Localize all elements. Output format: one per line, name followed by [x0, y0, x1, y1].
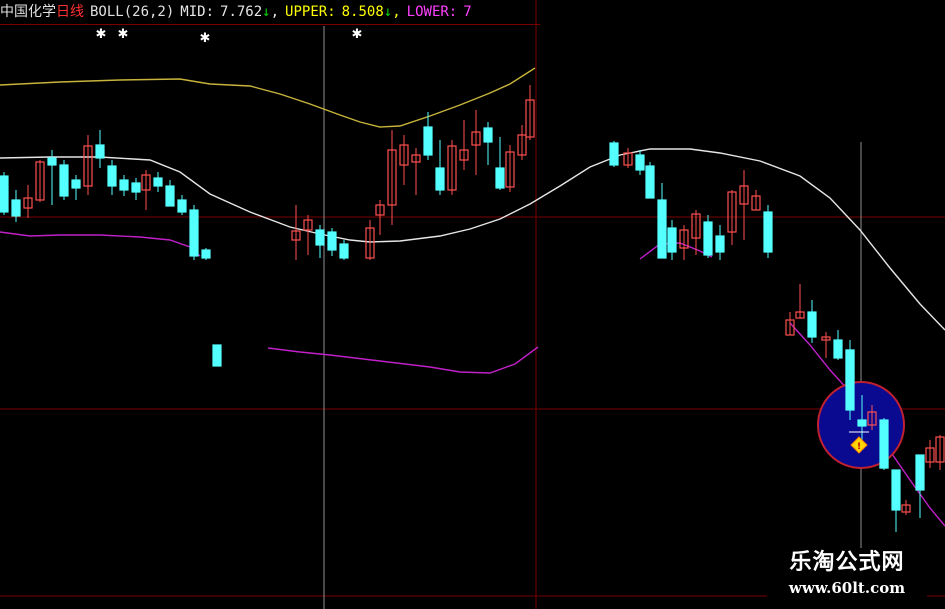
candle-body [845, 349, 855, 411]
candle-body [879, 419, 889, 469]
candle-body [47, 157, 57, 166]
lower-value: 7 [463, 4, 472, 20]
watermark-title: 乐淘公式网 [789, 550, 905, 575]
candle-body [435, 167, 445, 191]
candle-body [212, 344, 222, 367]
mid-value: 7.762 [220, 4, 263, 20]
candlesticks [0, 85, 945, 532]
candle-body [153, 177, 163, 187]
candle-body [857, 419, 867, 427]
candle-body [915, 454, 925, 491]
signal-star-icon: ✱ [352, 27, 363, 42]
candle-body [71, 179, 81, 189]
candle-body [609, 142, 619, 166]
candle-body [119, 179, 129, 191]
mid-down-arrow-icon: ↓ [262, 4, 271, 20]
period-label[interactable]: 日线 [56, 0, 84, 24]
candle-body [703, 221, 713, 256]
indicator-name[interactable]: BOLL(26,2) [90, 0, 174, 24]
boll-candlestick-chart[interactable]: ✱ ✱ ✱ ✱! [0, 0, 945, 609]
upper-sep: , [392, 4, 401, 20]
candle-body [165, 185, 175, 207]
candle-body [59, 164, 69, 197]
candle-body [189, 209, 199, 257]
candle-body [483, 127, 493, 143]
lower-band-line [0, 231, 201, 257]
signal-star-icon: ✱ [96, 27, 107, 42]
candle-body [315, 229, 325, 246]
candle-body [645, 165, 655, 199]
candle-body [201, 249, 211, 259]
candle-body [0, 175, 9, 213]
candle-body [763, 211, 773, 253]
upper-label: UPPER: [285, 4, 336, 20]
lower-band-line [267, 346, 539, 374]
stock-chart-window: ✱ ✱ ✱ ✱! 中国化学日线 BOLL(26,2) MID: 7.762↓, UPPER: 8… [0, 0, 945, 609]
mid-label: MID: [180, 4, 215, 20]
candle-body [807, 311, 817, 338]
buy-signal-mark: ! [857, 442, 861, 452]
indicator-header: 中国化学日线 BOLL(26,2) MID: 7.762↓, UPPER: 8.508↓,… [0, 0, 540, 25]
candle-body [131, 182, 141, 193]
grid-lines [0, 0, 945, 609]
signal-star-icon: ✱ [118, 27, 129, 42]
watermark-url: www.60lt.com [788, 579, 906, 597]
candle-body [667, 227, 677, 253]
candle-body [95, 144, 105, 159]
lower-label: LOWER: [406, 4, 458, 20]
watermark-logo: 乐淘公式网 www.60lt.com [767, 548, 927, 604]
mid-sep: , [270, 4, 280, 20]
candle-body [339, 243, 349, 259]
stock-name: 中国化学 [0, 4, 56, 20]
candle-body [327, 231, 337, 251]
candle-body [715, 235, 725, 253]
signal-overlay: ✱ ✱ ✱ ✱! [96, 27, 905, 470]
candle-body [495, 167, 505, 189]
candle-body [423, 126, 433, 156]
candle-body [833, 339, 843, 359]
signal-star-icon: ✱ [200, 31, 211, 46]
upper-down-arrow-icon: ↓ [383, 4, 393, 20]
candle-body [11, 199, 21, 217]
upper-band-line [0, 67, 536, 128]
candle-body [657, 199, 667, 259]
candle-body [891, 469, 901, 511]
candle-body [177, 199, 187, 213]
candle-body [635, 154, 645, 171]
candle-body [107, 165, 117, 187]
upper-value: 8.508 [341, 4, 384, 20]
